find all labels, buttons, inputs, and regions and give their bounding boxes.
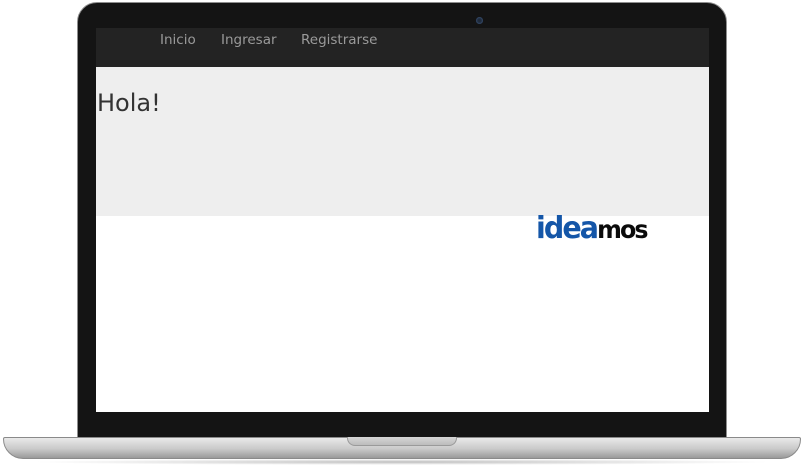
nav-link-registrarse[interactable]: Registrarse xyxy=(301,32,377,48)
nav-link-inicio[interactable]: Inicio xyxy=(160,32,196,48)
logo-text-idea: idea xyxy=(536,211,599,246)
hero-title: Hola! xyxy=(97,89,161,117)
hero-section: Hola! xyxy=(96,67,709,216)
nav-link-ingresar[interactable]: Ingresar xyxy=(221,32,277,48)
laptop-mockup: Inicio Ingresar Registrarse Hola! ideamo… xyxy=(0,0,804,469)
top-navbar: Inicio Ingresar Registrarse xyxy=(96,28,709,68)
logo-text-mos: mos xyxy=(597,215,648,244)
ideamos-logo: ideamos xyxy=(536,211,649,246)
camera-icon xyxy=(476,17,483,24)
laptop-opening-notch xyxy=(347,437,457,446)
laptop-shadow xyxy=(30,459,774,465)
browser-screen: Inicio Ingresar Registrarse Hola! ideamo… xyxy=(96,28,709,412)
